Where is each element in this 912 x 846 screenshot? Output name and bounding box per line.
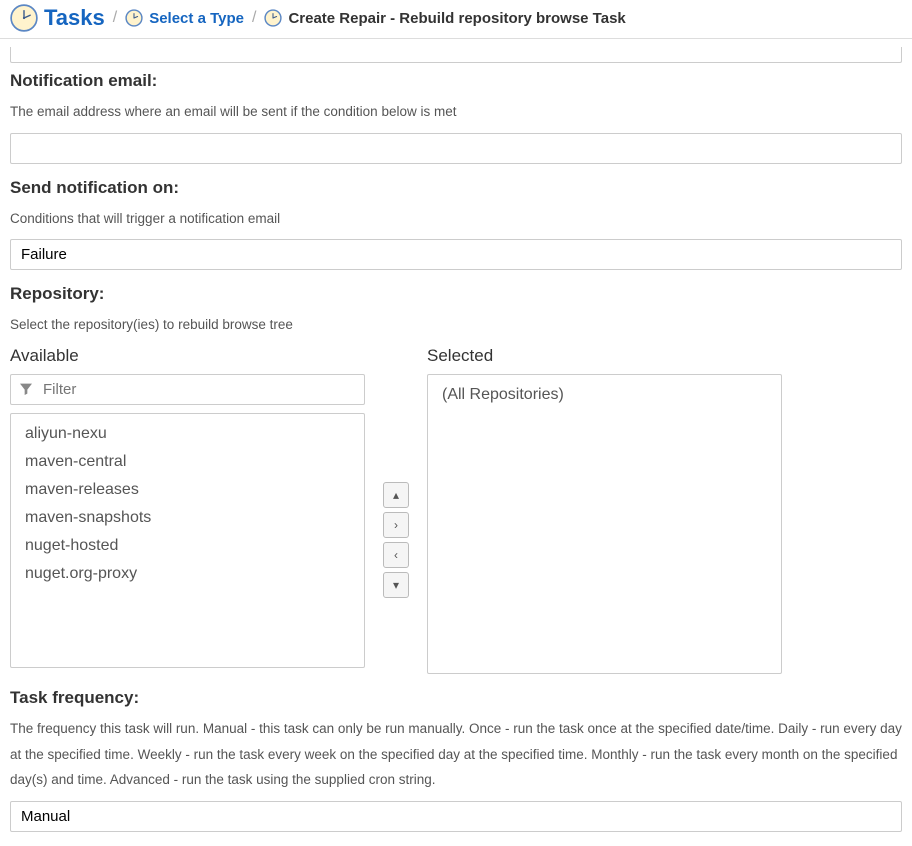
selected-title: Selected [427,346,782,366]
list-item[interactable]: maven-releases [11,476,364,504]
chevron-right-icon: › [394,518,398,532]
task-frequency-select[interactable] [10,801,902,832]
available-title: Available [10,346,365,366]
chevron-up-icon: ▴ [393,488,399,502]
send-notification-section: Send notification on: Conditions that wi… [10,178,902,271]
clock-icon [264,9,282,27]
breadcrumb-tasks-label: Tasks [44,5,105,31]
transfer-controls: ▴ › ‹ ▾ [383,346,409,674]
list-item[interactable]: nuget.org-proxy [11,560,364,588]
send-notification-label: Send notification on: [10,178,902,198]
previous-field-truncated [10,47,902,63]
clock-icon [125,9,143,27]
move-right-button[interactable]: › [383,512,409,538]
chevron-down-icon: ▾ [393,578,399,592]
send-notification-select[interactable] [10,239,902,270]
breadcrumb-current-label: Create Repair - Rebuild repository brows… [288,10,625,27]
notification-email-section: Notification email: The email address wh… [10,71,902,164]
selected-column: Selected (All Repositories) [427,346,782,674]
move-left-button[interactable]: ‹ [383,542,409,568]
move-top-button[interactable]: ▴ [383,482,409,508]
repository-label: Repository: [10,284,902,304]
task-frequency-label: Task frequency: [10,688,902,708]
notification-email-label: Notification email: [10,71,902,91]
available-column: Available aliyun-nexu maven-central mave… [10,346,365,674]
repository-section: Repository: Select the repository(ies) t… [10,284,902,674]
available-listbox[interactable]: aliyun-nexu maven-central maven-releases… [10,413,365,668]
filter-icon [18,381,34,397]
breadcrumb-select-type[interactable]: Select a Type [125,9,244,27]
breadcrumb-current: Create Repair - Rebuild repository brows… [264,9,625,27]
selected-listbox[interactable]: (All Repositories) [427,374,782,674]
list-item[interactable]: maven-snapshots [11,504,364,532]
task-frequency-section: Task frequency: The frequency this task … [10,688,902,832]
breadcrumb-tasks[interactable]: Tasks [10,4,105,32]
clock-icon [10,4,38,32]
list-item[interactable]: maven-central [11,448,364,476]
breadcrumb-separator: / [252,9,256,27]
available-filter-input[interactable] [10,374,365,405]
breadcrumb: Tasks / Select a Type / Create Repair - … [0,0,912,39]
notification-email-help: The email address where an email will be… [10,99,902,125]
breadcrumb-separator: / [113,9,117,27]
send-notification-help: Conditions that will trigger a notificat… [10,206,902,232]
notification-email-input[interactable] [10,133,902,164]
list-item[interactable]: aliyun-nexu [11,420,364,448]
list-item[interactable]: (All Repositories) [428,381,781,409]
repository-help: Select the repository(ies) to rebuild br… [10,312,902,338]
list-item[interactable]: nuget-hosted [11,532,364,560]
move-bottom-button[interactable]: ▾ [383,572,409,598]
repository-dual-list: Available aliyun-nexu maven-central mave… [10,346,902,674]
task-frequency-help: The frequency this task will run. Manual… [10,716,902,793]
chevron-left-icon: ‹ [394,548,398,562]
breadcrumb-select-type-label: Select a Type [149,10,244,27]
